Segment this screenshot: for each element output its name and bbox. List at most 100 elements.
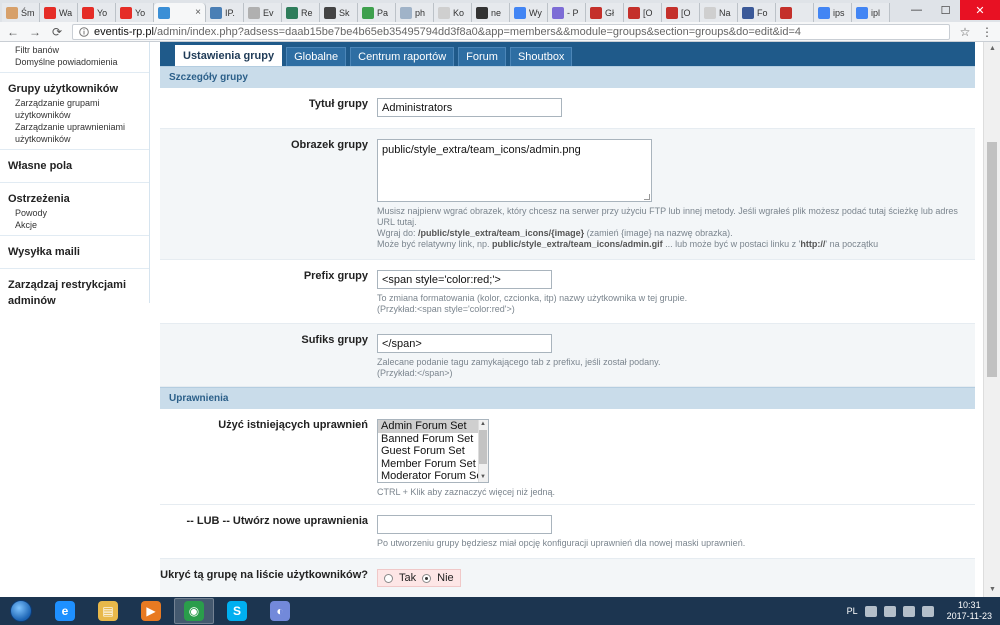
browser-tab[interactable]: ne <box>472 3 510 22</box>
browser-tab-active[interactable]: × <box>154 3 206 22</box>
browser-tab[interactable] <box>776 3 814 22</box>
page-scrollbar[interactable]: ▲ ▼ <box>983 42 1000 597</box>
taskbar-app-discord[interactable]: ◐ <box>260 598 300 624</box>
clock-date: 2017-11-23 <box>946 611 992 621</box>
group-prefix-help-line1: To zmiana formatowania (kolor, czcionka,… <box>377 293 688 303</box>
tray-flag-icon[interactable] <box>883 605 896 617</box>
scroll-up-icon[interactable]: ▲ <box>984 42 1000 56</box>
browser-tab[interactable]: Wy <box>510 3 548 22</box>
sidebar-heading-restrictions-cont[interactable]: adminów <box>8 291 149 309</box>
permission-option[interactable]: Moderator Forum Set <box>378 470 488 482</box>
tab-forum[interactable]: Forum <box>458 47 506 66</box>
scroll-down-icon[interactable]: ▼ <box>479 473 487 482</box>
group-suffix-input[interactable]: </span> <box>377 334 552 353</box>
resize-grip-icon[interactable] <box>644 194 650 200</box>
taskbar-app-chrome[interactable]: ◉ <box>174 598 214 624</box>
group-prefix-input[interactable]: <span style='color:red;'> <box>377 270 552 289</box>
label-existing-permissions: Użyć istniejących uprawnień <box>218 419 368 431</box>
sidebar-heading-warnings[interactable]: Ostrzeżenia <box>8 189 149 207</box>
permissions-multiselect[interactable]: Admin Forum Set Banned Forum Set Guest F… <box>377 419 489 483</box>
permission-option[interactable]: Guest Forum Set <box>378 445 488 458</box>
field-group-suffix: </span> Zalecane podanie tagu zamykające… <box>368 324 975 386</box>
close-window-button[interactable]: ✕ <box>960 0 1000 20</box>
browser-tab[interactable]: Gł <box>586 3 624 22</box>
sidebar-heading-mail[interactable]: Wysyłka maili <box>8 242 149 260</box>
browser-tab[interactable]: [O <box>624 3 662 22</box>
label-group-title: Tytuł grupy <box>308 98 368 110</box>
permission-option[interactable]: Banned Forum Set <box>378 433 488 446</box>
tab-title: Na <box>719 7 731 18</box>
group-image-textarea[interactable]: public/style_extra/team_icons/admin.png <box>377 139 652 202</box>
taskbar-app-media[interactable]: ▶ <box>131 598 171 624</box>
browser-tab[interactable]: Ev <box>244 3 282 22</box>
sidebar-heading-restrictions[interactable]: Zarządzaj restrykcjami <box>8 275 149 291</box>
sidebar-link-manage-groups[interactable]: Zarządzanie grupami użytkowników <box>8 97 149 121</box>
tab-close-icon[interactable]: × <box>195 7 201 18</box>
reload-icon[interactable]: ⟳ <box>50 25 64 39</box>
browser-tab[interactable]: Fo <box>738 3 776 22</box>
maximize-button[interactable]: ☐ <box>931 0 960 20</box>
menu-icon[interactable]: ⋮ <box>980 25 994 39</box>
sidebar-link-manage-permissions-cont[interactable]: użytkowników <box>8 133 149 145</box>
radio-yes[interactable] <box>384 573 393 583</box>
browser-tab[interactable]: Śm <box>2 3 40 22</box>
browser-tab[interactable]: ph <box>396 3 434 22</box>
back-icon[interactable]: ← <box>6 25 20 39</box>
taskbar-app-ie[interactable]: e <box>45 598 85 624</box>
forward-icon[interactable]: → <box>28 25 42 39</box>
browser-tab[interactable]: ipl <box>852 3 890 22</box>
tab-report-center[interactable]: Centrum raportów <box>350 47 455 66</box>
tab-title: IP. <box>225 7 235 18</box>
language-indicator[interactable]: PL <box>847 606 858 616</box>
browser-tab[interactable]: - P <box>548 3 586 22</box>
browser-tab[interactable]: IP. <box>206 3 244 22</box>
taskbar-app-explorer[interactable]: ▤ <box>88 598 128 624</box>
group-title-input[interactable]: Administrators <box>377 98 562 117</box>
page-scroll-thumb[interactable] <box>987 142 997 377</box>
scroll-down-icon[interactable]: ▼ <box>984 583 1000 597</box>
taskbar-app-skype[interactable]: S <box>217 598 257 624</box>
sidebar-link-actions[interactable]: Akcje <box>8 219 149 231</box>
new-permissions-input[interactable] <box>377 515 552 534</box>
label-group-prefix: Prefix grupy <box>303 270 368 282</box>
start-button[interactable] <box>0 597 42 625</box>
browser-tab[interactable]: Ko <box>434 3 472 22</box>
browser-tab[interactable]: Yo <box>116 3 154 22</box>
permission-option[interactable]: Admin Forum Set <box>378 420 488 433</box>
scroll-up-icon[interactable]: ▲ <box>479 420 487 429</box>
multiselect-scrollbar[interactable]: ▲ ▼ <box>478 420 488 482</box>
bookmark-star-icon[interactable]: ☆ <box>958 25 972 39</box>
browser-tab[interactable]: [O <box>662 3 700 22</box>
radio-no[interactable] <box>422 573 432 583</box>
tab-favicon-icon <box>324 6 336 19</box>
tab-group-settings[interactable]: Ustawienia grupy <box>175 45 283 66</box>
browser-tab[interactable]: ips <box>814 3 852 22</box>
system-tray: PL 10:31 2017-11-23 <box>847 600 1000 622</box>
sidebar-heading-custom-fields[interactable]: Własne pola <box>8 156 149 174</box>
sidebar-link-reasons[interactable]: Powody <box>8 207 149 219</box>
tab-title: Wy <box>529 7 542 18</box>
tray-network-icon[interactable] <box>902 605 915 617</box>
browser-tab[interactable]: Wa <box>40 3 78 22</box>
minimize-button[interactable]: — <box>902 0 931 20</box>
radio-no-label: Nie <box>437 572 454 584</box>
tray-arrow-icon[interactable] <box>864 605 877 617</box>
sidebar-heading-groups[interactable]: Grupy użytkowników <box>8 79 149 97</box>
url-input[interactable]: eventis-rp.pl/admin/index.php?adsess=daa… <box>72 23 950 40</box>
label-group-image: Obrazek grupy <box>290 139 368 151</box>
tab-shoutbox[interactable]: Shoutbox <box>509 47 573 66</box>
browser-tab[interactable]: Na <box>700 3 738 22</box>
permission-option[interactable]: Member Forum Set <box>378 458 488 471</box>
multiselect-scroll-thumb[interactable] <box>479 430 487 464</box>
browser-tab[interactable]: Sk <box>320 3 358 22</box>
taskbar-clock[interactable]: 10:31 2017-11-23 <box>947 600 992 622</box>
tab-global[interactable]: Globalne <box>286 47 347 66</box>
sidebar-link-default-notifications[interactable]: Domyślne powiadomienia <box>8 56 149 68</box>
browser-tab[interactable]: Re <box>282 3 320 22</box>
browser-tab[interactable]: Pa <box>358 3 396 22</box>
sidebar-link-ban-filter[interactable]: Filtr banów <box>8 44 149 56</box>
browser-tab[interactable]: Yo <box>78 3 116 22</box>
sidebar-link-manage-permissions[interactable]: Zarządzanie uprawnieniami <box>8 121 149 133</box>
tab-title: - P <box>567 7 579 18</box>
tray-volume-icon[interactable] <box>921 605 934 617</box>
